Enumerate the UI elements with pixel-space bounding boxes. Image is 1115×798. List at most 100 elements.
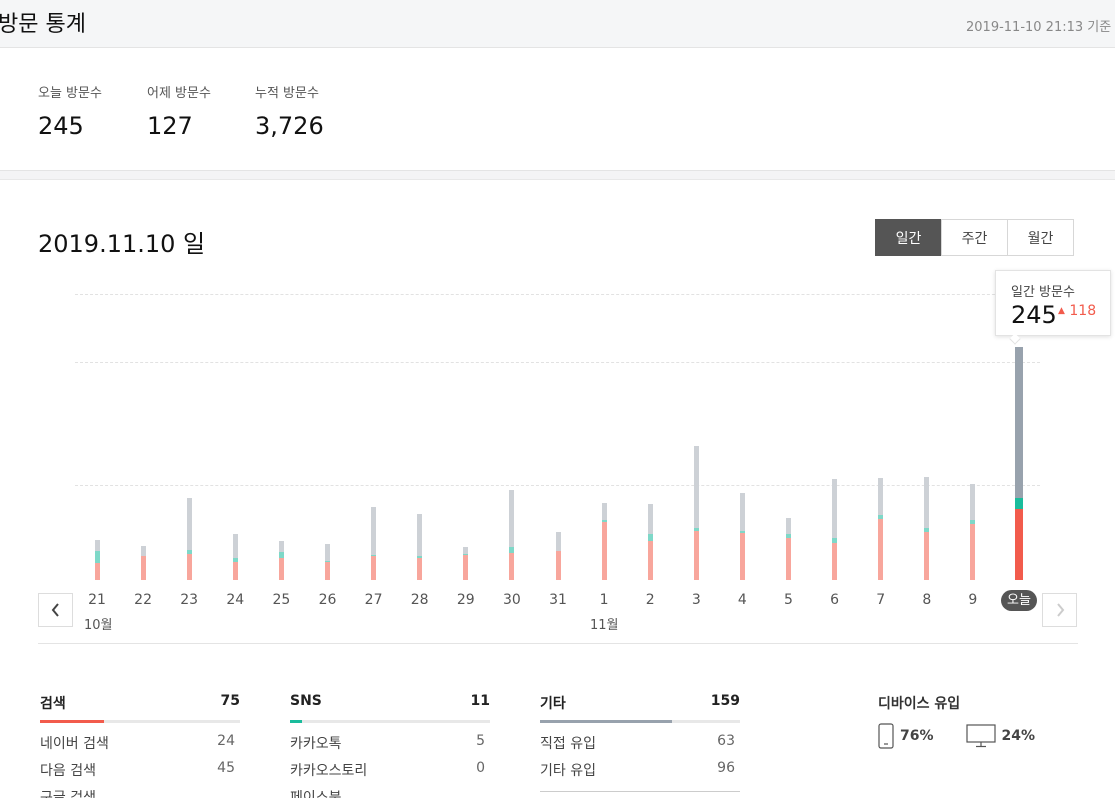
bar-31[interactable] [555,531,561,580]
x-label: 27 [364,592,383,608]
monitor-icon [965,724,996,748]
device-share: 디바이스 유입 76% 24% [878,693,1067,749]
bar-6[interactable] [832,479,838,580]
referrer-row[interactable]: 카카오스토리 0 [290,760,490,779]
referrer-count [235,787,240,798]
bar-segment-etc [232,534,238,559]
bar-segment-search [832,542,838,580]
today-tooltip: 일간 방문수 245 ▲ 118 [995,270,1111,345]
bar-segment-search [278,558,284,580]
bar-26[interactable] [325,543,330,580]
referrer-search: 검색 75 네이버 검색 24 다음 검색 45 구글 검색 [40,693,240,798]
share-bar [40,720,240,723]
referrer-head: 기타 159 [540,693,740,712]
referrer-row[interactable]: 기타 유입 96 [540,760,740,779]
bar-segment-etc [555,531,561,552]
referrer-total: 159 [710,693,740,709]
bar-segment-sns [832,538,838,543]
bar-segment-etc [186,498,192,550]
bar-9[interactable] [970,483,976,580]
header-bar: 방문 통계 2019-11-10 21:13 기준 [0,0,1115,48]
bar-segment-search [739,533,745,580]
bar-segment-etc [924,477,930,528]
referrer-row[interactable]: 다음 검색 45 [40,760,240,779]
bar-25[interactable] [278,541,284,580]
referrer-count: 45 [217,760,235,776]
bar-2[interactable] [647,503,653,580]
x-label: 8 [922,592,932,608]
referrer-name: 다음 검색 [40,763,96,779]
stat-value: 127 [147,112,193,140]
x-label: 22 [134,592,152,608]
bar-3[interactable] [693,445,699,580]
bar-segment-sns [463,554,469,556]
bar-22[interactable] [140,545,146,580]
referrer-etc: 기타 159 직접 유입 63 기타 유입 96 [540,693,740,792]
referrer-name: 페이스북 [290,790,342,798]
bar-8[interactable] [924,477,930,580]
referrer-row[interactable]: 네이버 검색 24 [40,733,240,752]
bar-segment-etc [878,478,884,516]
bar-7[interactable] [878,478,884,580]
referrer-row[interactable]: 구글 검색 [40,787,240,798]
stat-label: 누적 방문수 [255,86,319,101]
prev-button[interactable] [38,593,73,627]
bar-24[interactable] [232,534,238,580]
tooltip-pointer [1009,333,1021,345]
x-label: 4 [737,592,747,608]
bar-27[interactable] [371,506,377,580]
bar-30[interactable] [509,489,515,580]
bar-segment-etc [509,489,515,547]
referrer-row[interactable]: 카카오톡 5 [290,733,490,752]
referrer-row[interactable]: 페이스북 [290,787,490,798]
section-separator [0,170,1115,180]
bar-segment-sns [878,515,884,520]
bar-segment-etc [463,546,469,555]
bar-21[interactable] [94,540,100,580]
bar-segment-search [371,556,377,580]
tab-daily[interactable]: 일간 [875,219,942,256]
referrer-name: 기타 유입 [540,763,596,779]
bar-segment-search [509,553,515,580]
bar-segment-search [94,562,100,580]
tab-weekly[interactable]: 주간 [941,219,1008,256]
bar-segment-etc [647,503,653,535]
bar-segment-search [463,555,469,580]
device-mobile: 76% [878,723,934,749]
bar-segment-search [924,532,930,580]
referrer-name: 카카오스토리 [290,763,368,779]
x-label: 25 [272,592,291,608]
bar-오늘[interactable] [1015,347,1023,580]
share-bar-fill [540,720,672,723]
x-label: 1 [599,592,609,608]
month-label-oct: 10월 [84,618,113,633]
device-title: 디바이스 유입 [878,696,961,712]
referrer-count: 24 [217,733,235,749]
list-divider [540,791,740,792]
x-label: 23 [180,592,199,608]
bar-4[interactable] [739,492,745,580]
bar-23[interactable] [186,498,192,580]
bar-segment-etc [417,514,423,557]
bar-segment-sns [278,552,284,559]
bar-28[interactable] [417,514,423,580]
referrer-row[interactable]: 직접 유입 63 [540,733,740,752]
bar-29[interactable] [463,546,469,580]
bar-segment-search [970,523,976,580]
bar-segment-sns [371,555,377,557]
referrer-sns: SNS 11 카카오톡 5 카카오스토리 0 페이스북 [290,693,490,798]
bar-segment-sns [647,534,653,541]
bar-segment-search [325,561,330,580]
next-button[interactable] [1042,593,1077,627]
bar-segment-search [878,519,884,580]
bar-1[interactable] [601,502,607,580]
tab-monthly[interactable]: 월간 [1007,219,1074,256]
bar-5[interactable] [786,518,791,580]
bar-segment-etc [1015,347,1023,499]
stat-value: 245 [38,112,84,140]
visit-stats-page: 방문 통계 2019-11-10 21:13 기준 오늘 방문수 245 어제 … [0,0,1115,798]
referrer-count: 0 [476,760,485,776]
bar-segment-sns [94,550,100,563]
grid-line [75,362,1040,363]
x-label-today: 오늘 [1001,590,1037,611]
